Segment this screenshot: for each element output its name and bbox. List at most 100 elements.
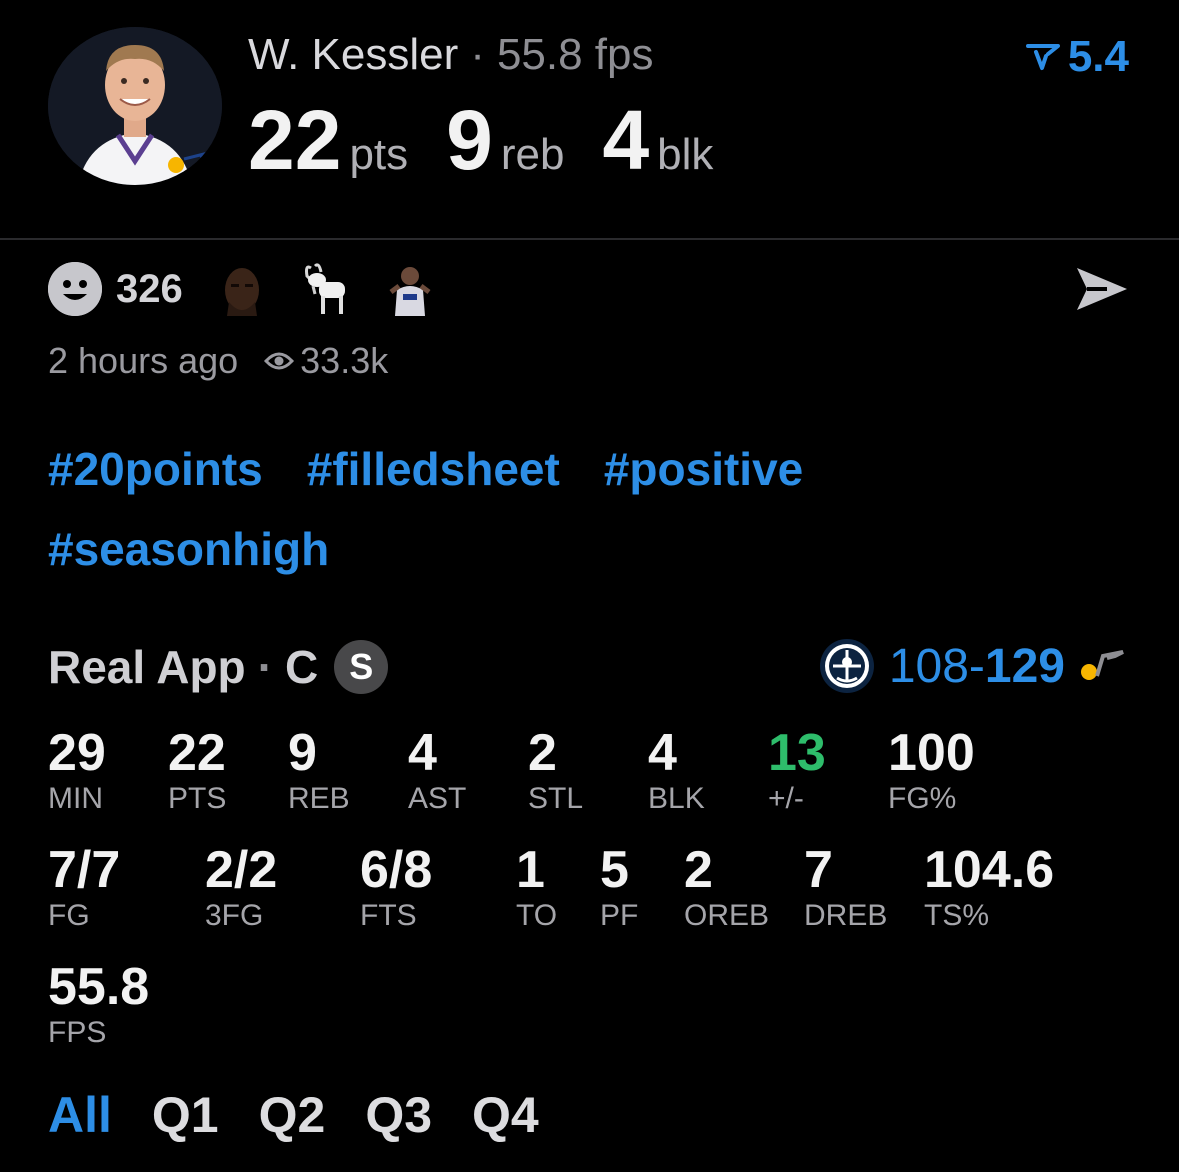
stat-label: MIN <box>48 782 103 815</box>
stat-blk: 4 BLK <box>648 724 705 816</box>
stat-label: TS% <box>924 899 990 932</box>
stat-value: 1 <box>516 841 545 899</box>
stat-value: 2 <box>528 724 557 782</box>
stat-label: STL <box>528 782 584 815</box>
send-icon[interactable] <box>1073 264 1131 314</box>
stat-dreb: 7 DREB <box>804 841 887 933</box>
rating-badge[interactable]: 5.4 <box>1025 32 1129 82</box>
stat-ts-pct: 104.6 TS% <box>924 841 1054 933</box>
headline-blocks-value: 4 <box>602 93 650 187</box>
hashtag-filledsheet[interactable]: #filledsheet <box>307 442 560 496</box>
player-fps: 55.8 fps <box>496 30 654 79</box>
stat-label: FTS <box>360 899 417 932</box>
stat-fg: 7/7 FG <box>48 841 120 933</box>
stat-value: 4 <box>408 724 437 782</box>
stat-pts: 22 PTS <box>168 724 226 816</box>
player-position: C <box>284 641 319 693</box>
stat-value: 29 <box>48 724 106 782</box>
stat-value: 7/7 <box>48 841 121 899</box>
stat-reb: 9 REB <box>288 724 350 816</box>
rating-icon <box>1025 44 1060 70</box>
stat-label: DREB <box>804 899 888 932</box>
stat-ast: 4 AST <box>408 724 466 816</box>
hashtag-seasonhigh[interactable]: #seasonhigh <box>48 522 329 576</box>
headline-blocks-unit: blk <box>657 130 714 179</box>
stat-value: 55.8 <box>48 958 150 1016</box>
stat-label: BLK <box>648 782 705 815</box>
tab-q2[interactable]: Q2 <box>259 1086 326 1144</box>
post-time: 2 hours ago <box>48 340 239 381</box>
stat-value: 13 <box>768 724 826 782</box>
smiley-icon[interactable] <box>48 262 102 316</box>
stat-label: 3FG <box>205 899 264 932</box>
tab-q3[interactable]: Q3 <box>365 1086 432 1144</box>
stat-value: 5 <box>600 841 629 899</box>
stat-label: PF <box>600 899 639 932</box>
period-tabs: All Q1 Q2 Q3 Q4 <box>48 1086 579 1144</box>
separator: · <box>470 30 485 79</box>
separator: · <box>257 641 273 693</box>
headline-stats: 22 pts 9 reb 4 blk <box>248 92 751 189</box>
headline-points-value: 22 <box>248 93 342 187</box>
stat-value: 100 <box>888 724 975 782</box>
stat-value: 9 <box>288 724 317 782</box>
stat-label: +/- <box>768 782 804 815</box>
stat-value: 2/2 <box>205 841 278 899</box>
hashtag-list: #20points #filledsheet #positive #seasonhig… <box>48 442 1048 602</box>
stat-label: PTS <box>168 782 227 815</box>
stat-to: 1 TO <box>516 841 557 933</box>
score-dash: - <box>968 639 985 693</box>
tab-all[interactable]: All <box>48 1086 112 1144</box>
stat-label: FPS <box>48 1016 107 1049</box>
stat-value: 2 <box>684 841 713 899</box>
jazz-team-logo-icon <box>1081 650 1124 680</box>
headline-points-unit: pts <box>349 130 409 179</box>
starter-badge: S <box>334 640 389 694</box>
reactions-row: 326 <box>48 262 469 316</box>
header-divider <box>0 238 1179 240</box>
home-score: 129 <box>984 639 1065 693</box>
stat-pf: 5 PF <box>600 841 638 933</box>
stat-label: REB <box>288 782 350 815</box>
stat-stl: 2 STL <box>528 724 583 816</box>
hashtag-20points[interactable]: #20points <box>48 442 263 496</box>
stat-label: TO <box>516 899 558 932</box>
stat-value: 6/8 <box>360 841 433 899</box>
hashtag-positive[interactable]: #positive <box>604 442 803 496</box>
player-face-emoji-icon[interactable] <box>216 262 267 316</box>
stat-label: OREB <box>684 899 770 932</box>
stat-value: 7 <box>804 841 833 899</box>
stat-min: 29 MIN <box>48 724 106 816</box>
stat-value: 22 <box>168 724 226 782</box>
player-name[interactable]: W. Kessler <box>248 30 458 79</box>
rating-value: 5.4 <box>1067 32 1129 81</box>
stat-value: 104.6 <box>924 841 1055 899</box>
post-meta: 2 hours ago 33.3k <box>48 340 388 382</box>
stat-label: FG% <box>888 782 957 815</box>
player-name-line: W. Kessler · 55.8 fps <box>248 30 654 80</box>
stat-source: Real App <box>48 641 246 693</box>
stat-label: FG <box>48 899 90 932</box>
goat-emoji-icon[interactable] <box>301 262 351 316</box>
away-score: 108 <box>888 639 969 693</box>
player-photo <box>48 27 222 185</box>
reaction-count[interactable]: 326 <box>116 267 183 312</box>
stat-fts: 6/8 FTS <box>360 841 432 933</box>
headline-rebounds-value: 9 <box>446 93 493 187</box>
tab-q1[interactable]: Q1 <box>152 1086 219 1144</box>
tab-q4[interactable]: Q4 <box>472 1086 539 1144</box>
stat-value: 4 <box>648 724 677 782</box>
headline-rebounds-unit: reb <box>500 130 565 179</box>
eye-icon <box>264 352 295 370</box>
stat-fps: 55.8 FPS <box>48 958 149 1050</box>
player-avatar[interactable] <box>48 27 222 185</box>
stat-source-line: Real App · C S <box>48 640 389 694</box>
view-count: 33.3k <box>300 340 389 381</box>
stat-fg-pct: 100 FG% <box>888 724 975 816</box>
player-celebrating-emoji-icon[interactable] <box>384 262 435 316</box>
game-score[interactable]: 108-129 <box>819 638 1127 694</box>
stat-oreb: 2 OREB <box>684 841 769 933</box>
stat-plus-minus: 13 +/- <box>768 724 826 816</box>
opponent-team-logo-icon <box>819 639 874 693</box>
stat-label: AST <box>408 782 467 815</box>
